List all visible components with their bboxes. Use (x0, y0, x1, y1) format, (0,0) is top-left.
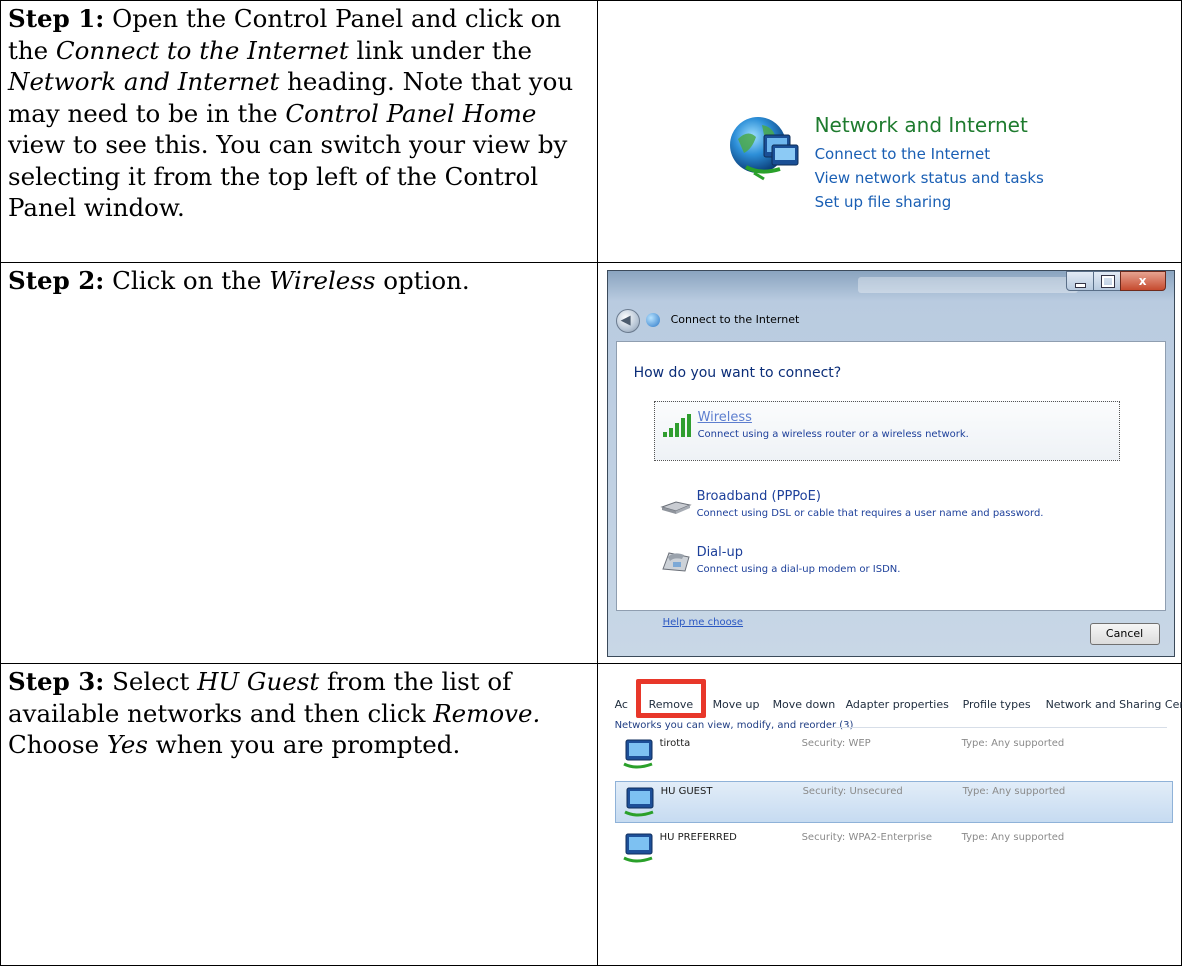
profile-types-button[interactable]: Profile types (963, 698, 1031, 711)
close-button[interactable]: x (1119, 271, 1166, 291)
network-sharing-center-button[interactable]: Network and Sharing Center (1046, 698, 1182, 711)
view-network-status-link[interactable]: View network status and tasks (815, 169, 1044, 187)
network-row-hu-preferred[interactable]: HU PREFERRED Security: WPA2-Enterprise T… (615, 828, 1173, 870)
step-3-screenshot: Ac Remove Move up Move down Adapter prop… (596, 663, 1182, 966)
option-dialup-title: Dial-up (696, 545, 743, 560)
add-button[interactable]: Ac (615, 698, 628, 711)
back-arrow-icon: ◀ (620, 313, 631, 328)
back-button[interactable]: ◀ (615, 309, 640, 333)
network-type: Type: Any supported (962, 786, 1066, 797)
move-up-button[interactable]: Move up (713, 698, 760, 711)
network-security: Security: WPA2-Enterprise (801, 832, 932, 843)
option-dialup-desc: Connect using a dial-up modem or ISDN. (696, 564, 901, 575)
option-wireless-title: Wireless (697, 410, 752, 425)
connect-to-internet-link[interactable]: Connect to the Internet (815, 145, 991, 163)
dialog-content: How do you want to connect? Wireless Con… (615, 341, 1166, 611)
step-1-screenshot: Network and Internet Connect to the Inte… (596, 0, 1182, 263)
dialup-phone-icon (661, 552, 690, 572)
step-3-text: Step 3: Select HU Guest from the list of… (0, 663, 598, 966)
connect-dialog: x ◀ Connect to the Internet How do you w… (606, 270, 1175, 657)
network-security: Security: WEP (801, 738, 871, 749)
background-blur (857, 277, 1078, 293)
step-2-label: Step 2: (8, 266, 105, 295)
step-3-label: Step 3: (8, 667, 105, 696)
dialog-nav-bar: ◀ Connect to the Internet (615, 309, 1174, 335)
step-1-label: Step 1: (8, 4, 105, 33)
option-dialup[interactable]: Dial-up Connect using a dial-up modem or… (654, 537, 1118, 595)
wireless-computer-icon (623, 787, 654, 817)
network-heading[interactable]: Network and Internet (815, 113, 1028, 137)
wizard-icon (645, 313, 660, 327)
move-down-button[interactable]: Move down (773, 698, 836, 711)
manage-wireless-networks: Ac Remove Move up Move down Adapter prop… (611, 668, 1182, 928)
network-globe-icon (729, 117, 799, 181)
wireless-computer-icon (622, 833, 653, 863)
remove-highlight-box (635, 679, 706, 718)
modem-icon (659, 501, 692, 514)
set-up-file-sharing-link[interactable]: Set up file sharing (815, 193, 952, 211)
option-broadband-title: Broadband (PPPoE) (696, 489, 821, 504)
network-row-tirotta[interactable]: tirotta Security: WEP Type: Any supporte… (615, 734, 1173, 776)
step-2-text: Step 2: Click on the Wireless option. (0, 262, 598, 664)
step-2-row: Step 2: Click on the Wireless option. x … (0, 262, 1182, 664)
instructions-table: Step 1: Open the Control Panel and click… (0, 0, 1182, 966)
group-divider (831, 727, 1167, 728)
step-1-text: Step 1: Open the Control Panel and click… (0, 0, 598, 263)
wireless-computer-icon (622, 739, 653, 769)
network-type: Type: Any supported (961, 832, 1065, 843)
adapter-properties-button[interactable]: Adapter properties (846, 698, 949, 711)
network-name: HU GUEST (660, 786, 713, 797)
minimize-button[interactable] (1065, 271, 1094, 291)
network-type: Type: Any supported (961, 738, 1065, 749)
wireless-signal-icon (662, 414, 691, 437)
network-name: tirotta (659, 738, 691, 749)
dialog-question: How do you want to connect? (633, 365, 842, 381)
option-broadband-desc: Connect using DSL or cable that requires… (696, 508, 1044, 519)
step-3-row: Step 3: Select HU Guest from the list of… (0, 663, 1182, 966)
dialog-title: Connect to the Internet (670, 313, 800, 326)
network-row-hu-guest[interactable]: HU GUEST Security: Unsecured Type: Any s… (614, 781, 1173, 823)
window-controls: x (1065, 271, 1166, 291)
maximize-button[interactable] (1092, 271, 1121, 291)
help-me-choose-link[interactable]: Help me choose (663, 617, 743, 628)
network-security: Security: Unsecured (802, 786, 903, 797)
option-wireless[interactable]: Wireless Connect using a wireless router… (653, 401, 1120, 461)
option-wireless-desc: Connect using a wireless router or a wir… (697, 429, 969, 440)
networks-group-header: Networks you can view, modify, and reord… (614, 720, 854, 731)
step-2-screenshot: x ◀ Connect to the Internet How do you w… (596, 262, 1182, 664)
cancel-button[interactable]: Cancel (1089, 623, 1160, 645)
step-1-row: Step 1: Open the Control Panel and click… (0, 0, 1182, 263)
option-broadband[interactable]: Broadband (PPPoE) Connect using DSL or c… (654, 481, 1118, 539)
network-name: HU PREFERRED (659, 832, 737, 843)
network-and-internet-panel: Network and Internet Connect to the Inte… (726, 109, 1146, 239)
